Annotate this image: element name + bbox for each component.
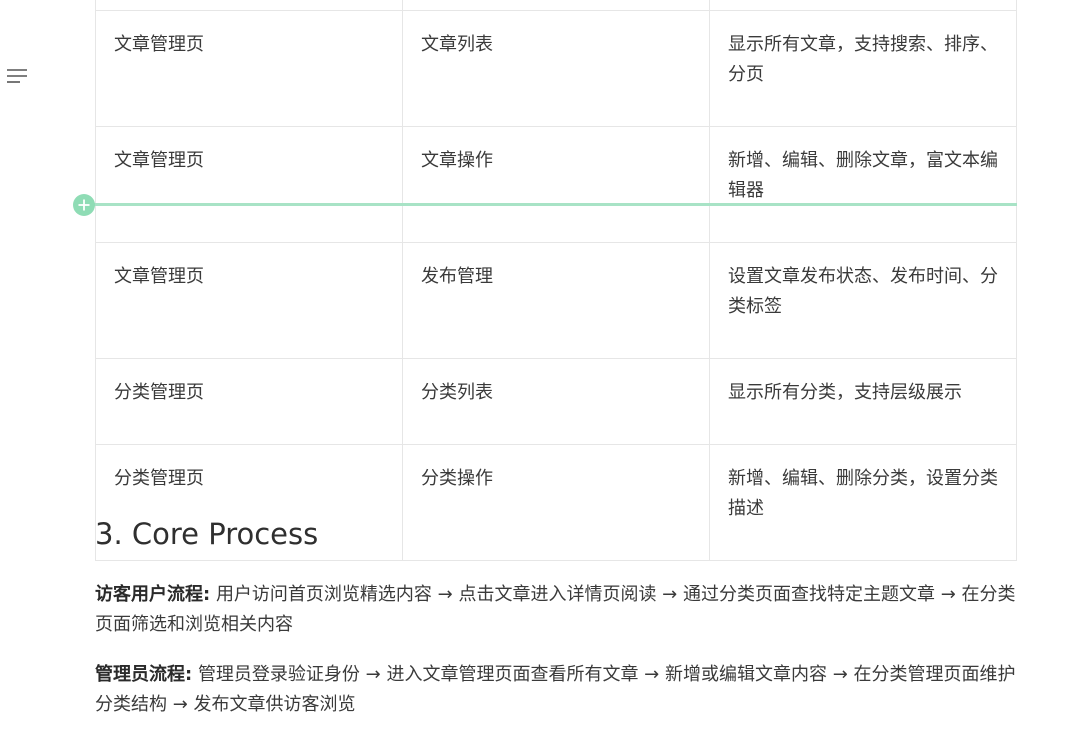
feature-table-container: 文章管理页 文章列表 显示所有文章，支持搜索、排序、分页 文章管理页 文章操作 … bbox=[95, 0, 1017, 561]
document-page: 文章管理页 文章列表 显示所有文章，支持搜索、排序、分页 文章管理页 文章操作 … bbox=[0, 0, 1090, 733]
table-cell-description[interactable]: 显示所有分类，支持层级展示 bbox=[709, 358, 1017, 445]
outline-icon bbox=[7, 69, 27, 83]
section-heading: 3. Core Process bbox=[95, 517, 319, 551]
insert-row-indicator bbox=[84, 203, 1017, 206]
visitor-flow-paragraph: 访客用户流程: 用户访问首页浏览精选内容 → 点击文章进入详情页阅读 → 通过分… bbox=[95, 580, 1020, 640]
table-cell-page[interactable]: 文章管理页 bbox=[95, 242, 403, 359]
admin-flow-text: 管理员登录验证身份 → 进入文章管理页面查看所有文章 → 新增或编辑文章内容 →… bbox=[95, 664, 1016, 715]
table-row-partial bbox=[95, 0, 1017, 11]
table-cell-description[interactable]: 新增、编辑、删除分类，设置分类描述 bbox=[709, 444, 1017, 561]
feature-table: 文章管理页 文章列表 显示所有文章，支持搜索、排序、分页 文章管理页 文章操作 … bbox=[95, 0, 1017, 561]
table-cell-page[interactable]: 文章管理页 bbox=[95, 10, 403, 127]
visitor-flow-text: 用户访问首页浏览精选内容 → 点击文章进入详情页阅读 → 通过分类页面查找特定主… bbox=[95, 584, 1016, 635]
insert-row-button[interactable] bbox=[73, 194, 95, 216]
table-cell-description[interactable]: 新增、编辑、删除文章，富文本编辑器 bbox=[709, 126, 1017, 243]
table-cell-feature[interactable]: 文章操作 bbox=[402, 126, 710, 243]
table-row: 分类管理页 分类列表 显示所有分类，支持层级展示 bbox=[95, 358, 1017, 445]
table-cell-description[interactable]: 设置文章发布状态、发布时间、分类标签 bbox=[709, 242, 1017, 359]
admin-flow-label: 管理员流程: bbox=[95, 664, 193, 685]
outline-toggle-button[interactable] bbox=[6, 66, 30, 86]
table-cell[interactable] bbox=[402, 0, 710, 11]
table-cell[interactable] bbox=[95, 0, 403, 11]
table-cell-feature[interactable]: 发布管理 bbox=[402, 242, 710, 359]
visitor-flow-label: 访客用户流程: bbox=[95, 584, 211, 605]
table-cell-feature[interactable]: 文章列表 bbox=[402, 10, 710, 127]
table-cell-feature[interactable]: 分类操作 bbox=[402, 444, 710, 561]
plus-circle-icon bbox=[74, 195, 94, 215]
table-row: 文章管理页 文章操作 新增、编辑、删除文章，富文本编辑器 bbox=[95, 126, 1017, 243]
table-cell[interactable] bbox=[709, 0, 1017, 11]
table-cell-page[interactable]: 分类管理页 bbox=[95, 358, 403, 445]
table-cell-feature[interactable]: 分类列表 bbox=[402, 358, 710, 445]
admin-flow-paragraph: 管理员流程: 管理员登录验证身份 → 进入文章管理页面查看所有文章 → 新增或编… bbox=[95, 660, 1020, 720]
table-row: 文章管理页 文章列表 显示所有文章，支持搜索、排序、分页 bbox=[95, 10, 1017, 127]
table-cell-description[interactable]: 显示所有文章，支持搜索、排序、分页 bbox=[709, 10, 1017, 127]
table-cell-page[interactable]: 文章管理页 bbox=[95, 126, 403, 243]
table-row: 文章管理页 发布管理 设置文章发布状态、发布时间、分类标签 bbox=[95, 242, 1017, 359]
